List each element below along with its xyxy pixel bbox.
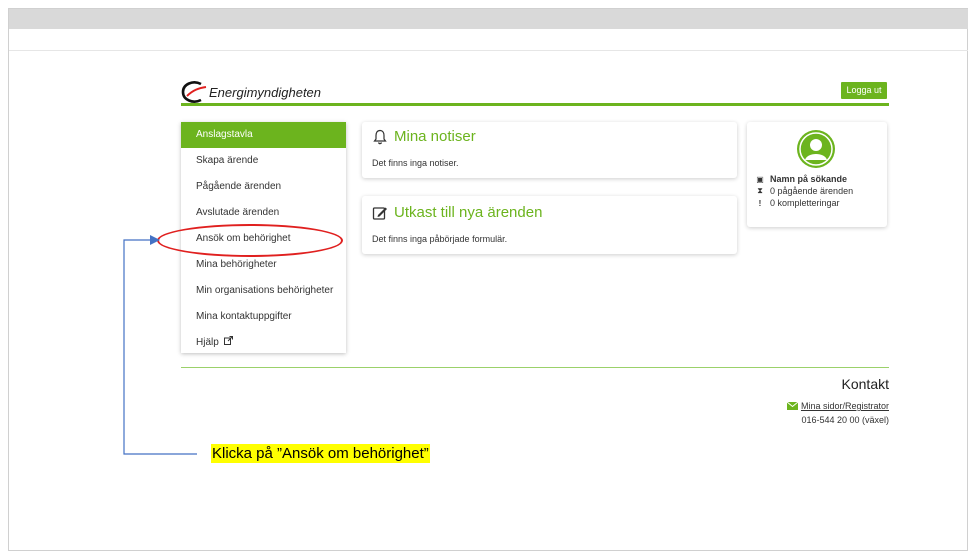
- annotation-callout: Klicka på ”Ansök om behörighet”: [211, 444, 430, 463]
- annotation-arrow: [123, 235, 197, 455]
